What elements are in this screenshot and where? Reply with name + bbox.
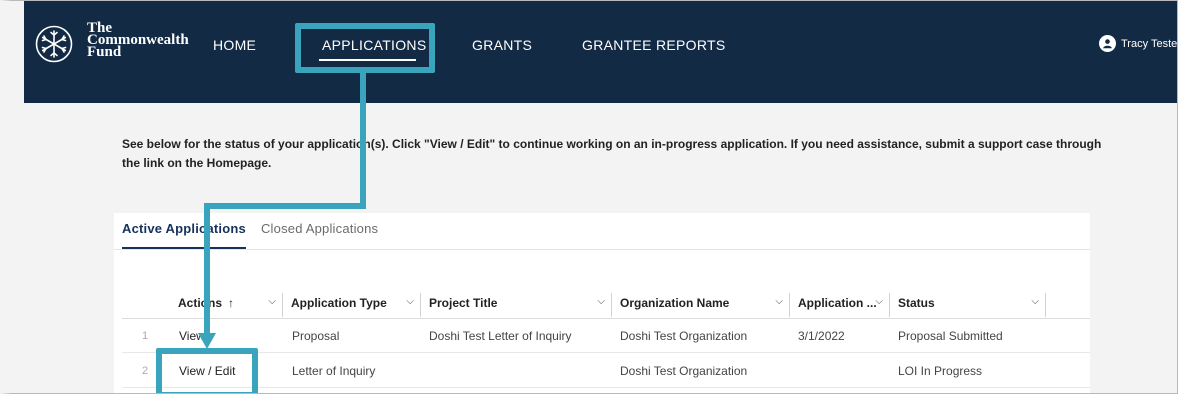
callout-line <box>360 72 366 209</box>
status-cell: LOI In Progress <box>898 364 983 378</box>
application-date-cell: 3/1/2022 <box>798 329 845 343</box>
column-header-project-title[interactable]: Project Title ⌵ <box>421 287 611 319</box>
user-name: Tracy Tester <box>1121 37 1178 50</box>
column-label: Project Title <box>429 296 498 310</box>
column-label: Status <box>898 296 935 310</box>
brand-name[interactable]: The Commonwealth Fund <box>87 21 189 60</box>
view-edit-highlight-box <box>156 348 258 393</box>
snowflake-logo-icon[interactable] <box>35 25 73 63</box>
column-header-actions[interactable]: Actions ↑ ⌵ <box>170 287 282 319</box>
tab-bar: Active Applications Closed Applications <box>122 221 393 249</box>
column-header-application-date[interactable]: Application ... ⌵ <box>790 287 889 319</box>
tab-closed-applications[interactable]: Closed Applications <box>261 221 378 249</box>
column-header-status[interactable]: Status ⌵ <box>890 287 1045 319</box>
callout-line <box>204 203 366 209</box>
application-type-cell: Letter of Inquiry <box>292 364 376 378</box>
status-cell: Proposal Submitted <box>898 329 1003 343</box>
tab-active-applications[interactable]: Active Applications <box>122 221 246 249</box>
column-label: Application ... <box>798 296 877 310</box>
table-header: Actions ↑ ⌵ Application Type ⌵ Project T… <box>122 287 1090 319</box>
column-header-application-type[interactable]: Application Type ⌵ <box>283 287 420 319</box>
page-frame: The Commonwealth Fund HOME APPLICATIONS … <box>0 0 1178 394</box>
organization-name-cell: Doshi Test Organization <box>620 329 748 343</box>
applications-highlight-box <box>295 23 435 73</box>
applications-panel: Active Applications Closed Applications … <box>114 213 1090 393</box>
chevron-down-icon[interactable]: ⌵ <box>875 296 883 307</box>
chevron-down-icon[interactable]: ⌵ <box>597 296 605 307</box>
table-row: 2 View / Edit Letter of Inquiry Doshi Te… <box>122 354 1090 388</box>
chevron-down-icon[interactable]: ⌵ <box>268 296 276 307</box>
user-menu[interactable]: Tracy Tester <box>1099 35 1178 52</box>
column-divider[interactable] <box>1045 293 1046 317</box>
organization-name-cell: Doshi Test Organization <box>620 364 748 378</box>
sort-arrow-up-icon: ↑ <box>228 296 235 310</box>
project-title-cell: Doshi Test Letter of Inquiry <box>429 329 572 343</box>
column-label: Application Type <box>291 296 387 310</box>
row-number: 2 <box>142 365 149 377</box>
user-avatar-icon <box>1099 35 1116 52</box>
nav-home[interactable]: HOME <box>213 37 256 53</box>
chevron-down-icon[interactable]: ⌵ <box>406 296 414 307</box>
chevron-down-icon[interactable]: ⌵ <box>1031 296 1039 307</box>
application-type-cell: Proposal <box>292 329 340 343</box>
tab-divider <box>114 249 1090 250</box>
chevron-down-icon[interactable]: ⌵ <box>775 296 783 307</box>
column-label: Actions <box>178 296 223 310</box>
callout-arrow-icon <box>198 333 216 349</box>
column-label: Organization Name <box>620 296 730 310</box>
nav-grantee-reports[interactable]: GRANTEE REPORTS <box>582 37 726 53</box>
nav-grants[interactable]: GRANTS <box>472 37 532 53</box>
top-header: The Commonwealth Fund HOME APPLICATIONS … <box>24 1 1178 103</box>
intro-text: See below for the status of your applica… <box>122 137 1102 170</box>
row-number: 1 <box>142 330 149 342</box>
column-header-organization-name[interactable]: Organization Name ⌵ <box>612 287 789 319</box>
callout-line <box>204 203 210 335</box>
table-row: 1 View Proposal Doshi Test Letter of Inq… <box>122 319 1090 353</box>
